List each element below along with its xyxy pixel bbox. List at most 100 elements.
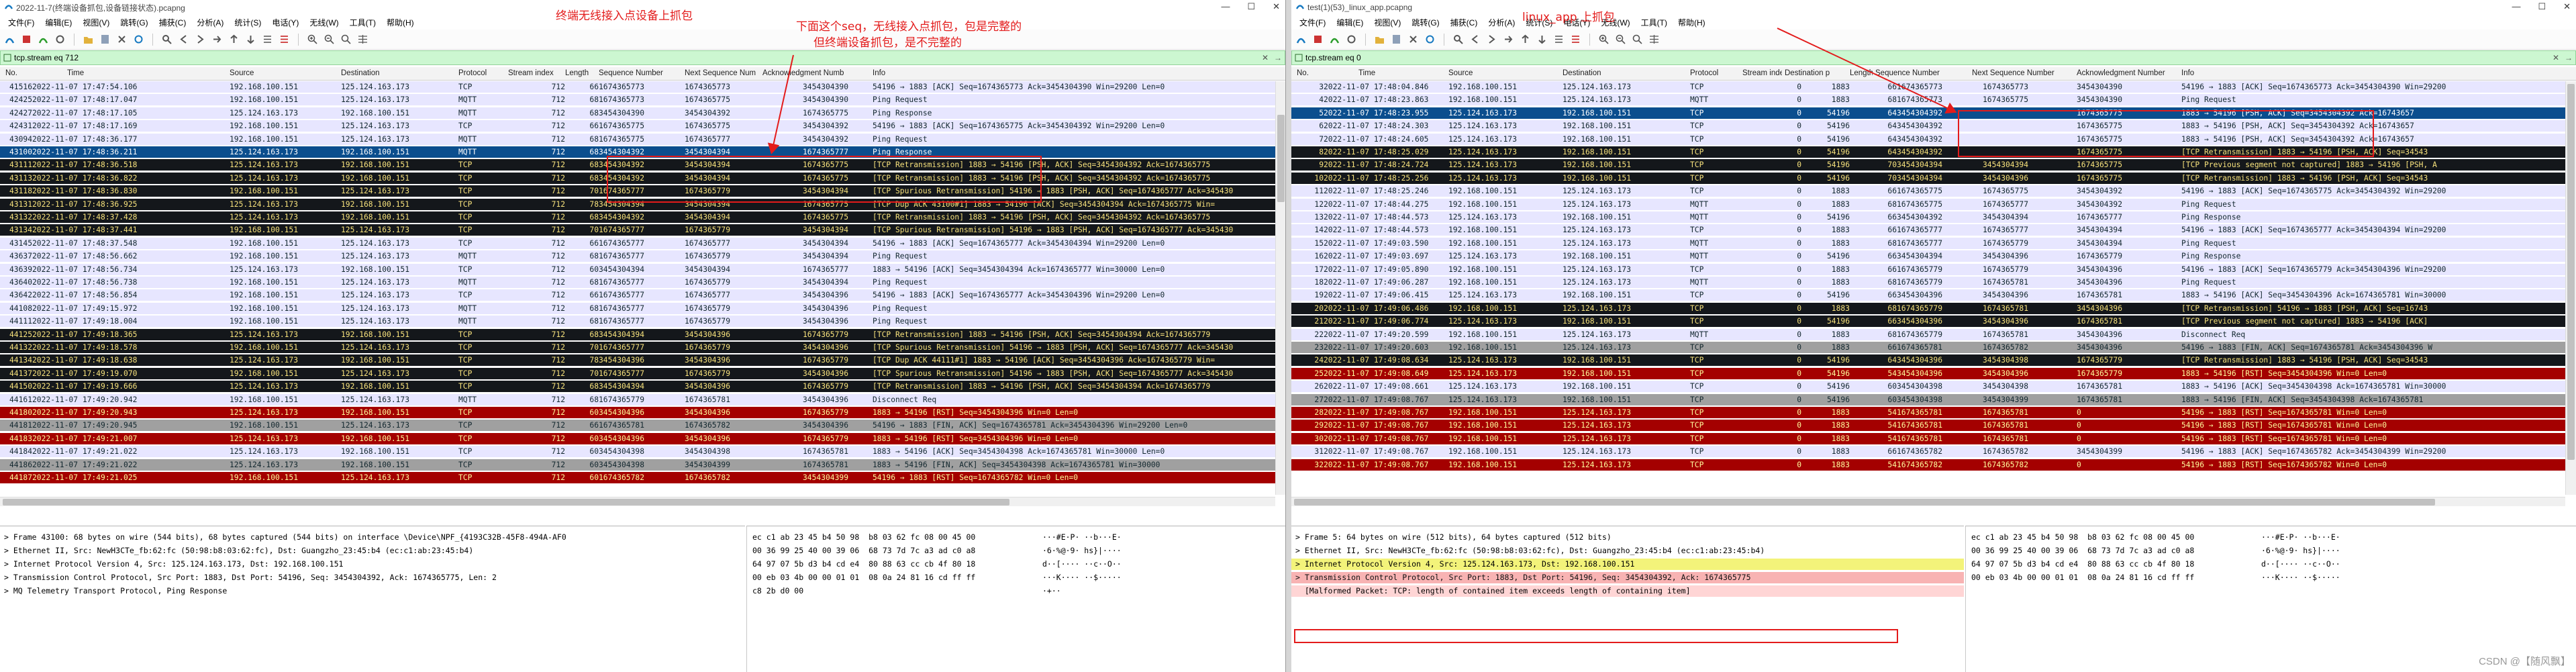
detail-line[interactable]: > Transmission Control Protocol, Src Por… <box>0 572 745 583</box>
column-header[interactable]: Protocol <box>458 69 505 77</box>
horizontal-scrollbar[interactable] <box>1291 497 2565 506</box>
packet-row[interactable]: 44184 2022-11-07 17:49:21.022 125.124.163.… <box>0 446 1285 458</box>
colorize-icon[interactable] <box>279 34 290 45</box>
go-back-icon[interactable] <box>178 34 189 45</box>
packet-row[interactable]: 44132 2022-11-07 17:49:18.578 192.168.100.… <box>0 342 1285 353</box>
packet-row[interactable]: 19 2022-11-07 17:49:06.415 125.124.163.173… <box>1291 289 2576 301</box>
menu-item[interactable]: 视图(V) <box>1369 17 1406 28</box>
column-header[interactable]: Destination p <box>1785 69 1847 77</box>
auto-scroll-icon[interactable] <box>1553 34 1565 45</box>
packet-row[interactable]: 31 2022-11-07 17:49:08.767 192.168.100.151… <box>1291 446 2576 458</box>
menu-item[interactable]: 分析(A) <box>191 17 229 28</box>
column-header[interactable]: Stream index <box>508 69 562 77</box>
packet-row[interactable]: 44125 2022-11-07 17:49:18.365 125.124.163.… <box>0 328 1285 340</box>
column-header[interactable]: Protocol <box>1690 69 1740 77</box>
packet-row[interactable]: 41516 2022-11-07 17:47:54.106 192.168.100.… <box>0 81 1285 93</box>
zoom-reset-icon[interactable] <box>1632 34 1643 45</box>
find-packet-icon[interactable] <box>161 34 172 45</box>
apply-filter-icon[interactable]: → <box>1271 53 1285 62</box>
close-file-icon[interactable] <box>1407 34 1419 45</box>
menu-item[interactable]: 跳转(G) <box>1406 17 1444 28</box>
packet-row[interactable]: 44134 2022-11-07 17:49:18.638 125.124.163.… <box>0 354 1285 367</box>
go-to-packet-icon[interactable] <box>211 34 223 45</box>
packet-row[interactable]: 9 2022-11-07 17:48:24.724 125.124.163.173 1… <box>1291 159 2576 171</box>
menu-item[interactable]: 编辑(E) <box>1331 17 1369 28</box>
menu-item[interactable]: 电话(Y) <box>266 17 304 28</box>
packet-row[interactable]: 44186 2022-11-07 17:49:21.022 125.124.163.… <box>0 459 1285 471</box>
packet-row[interactable]: 3 2022-11-07 17:48:04.846 192.168.100.151 1… <box>1291 81 2576 93</box>
last-packet-icon[interactable] <box>1536 34 1548 45</box>
zoom-out-icon[interactable] <box>324 34 335 45</box>
clear-filter-icon[interactable]: ✕ <box>1259 53 1271 62</box>
packet-row[interactable]: 42427 2022-11-07 17:48:17.105 125.124.163.… <box>0 107 1285 119</box>
column-header[interactable]: Next Sequence Number <box>1972 69 2074 77</box>
packet-row[interactable]: 4 2022-11-07 17:48:23.863 192.168.100.151 1… <box>1291 94 2576 106</box>
packet-row[interactable]: 7 2022-11-07 17:48:24.605 125.124.163.173 1… <box>1291 133 2576 145</box>
packet-row[interactable]: 44111 2022-11-07 17:49:18.004 192.168.100.… <box>0 316 1285 328</box>
packet-row[interactable]: 30 2022-11-07 17:49:08.767 192.168.100.151… <box>1291 432 2576 444</box>
packet-row[interactable]: 15 2022-11-07 17:49:03.590 192.168.100.151… <box>1291 237 2576 249</box>
save-file-icon[interactable] <box>99 34 111 45</box>
menu-item[interactable]: 文件(F) <box>3 17 40 28</box>
packet-row[interactable]: 43640 2022-11-07 17:48:56.738 192.168.100.… <box>0 277 1285 288</box>
packet-list[interactable]: 3 2022-11-07 17:48:04.846 192.168.100.151 1… <box>1291 81 2576 495</box>
packet-row[interactable]: 23 2022-11-07 17:49:20.603 192.168.100.151… <box>1291 342 2576 353</box>
column-header[interactable]: No. <box>5 69 64 77</box>
column-header[interactable]: Source <box>1448 69 1560 77</box>
packet-row[interactable]: 26 2022-11-07 17:49:08.661 125.124.163.173… <box>1291 381 2576 393</box>
packet-row[interactable]: 25 2022-11-07 17:49:08.649 125.124.163.173… <box>1291 367 2576 379</box>
packet-row[interactable]: 22 2022-11-07 17:49:20.599 192.168.100.151… <box>1291 328 2576 340</box>
zoom-out-icon[interactable] <box>1615 34 1626 45</box>
menu-item[interactable]: 工具(T) <box>1636 17 1673 28</box>
packet-row[interactable]: 43132 2022-11-07 17:48:37.428 125.124.163.… <box>0 211 1285 223</box>
menu-item[interactable]: 编辑(E) <box>40 17 77 28</box>
packet-row[interactable]: 10 2022-11-07 17:48:25.256 125.124.163.173… <box>1291 172 2576 184</box>
detail-line[interactable]: > Transmission Control Protocol, Src Por… <box>1291 572 1964 583</box>
column-header[interactable]: Info <box>2181 69 2447 77</box>
options-icon[interactable] <box>1346 34 1357 45</box>
bookmark-icon[interactable] <box>1295 54 1303 62</box>
packet-row[interactable]: 44187 2022-11-07 17:49:21.025 192.168.100.… <box>0 472 1285 483</box>
packet-row[interactable]: 18 2022-11-07 17:49:06.287 192.168.100.151… <box>1291 277 2576 288</box>
packet-row[interactable]: 44161 2022-11-07 17:49:20.942 192.168.100.… <box>0 393 1285 405</box>
colorize-icon[interactable] <box>1570 34 1581 45</box>
menu-item[interactable]: 视图(V) <box>77 17 115 28</box>
column-header[interactable]: Time <box>1358 69 1446 77</box>
last-packet-icon[interactable] <box>245 34 256 45</box>
column-header[interactable]: Destination <box>1563 69 1687 77</box>
packet-row[interactable]: 8 2022-11-07 17:48:25.029 125.124.163.173 1… <box>1291 146 2576 158</box>
detail-line[interactable]: > Internet Protocol Version 4, Src: 125.… <box>0 559 745 570</box>
first-packet-icon[interactable] <box>1520 34 1531 45</box>
detail-line[interactable]: > Internet Protocol Version 4, Src: 125.… <box>1291 559 1964 570</box>
packet-row[interactable]: 44180 2022-11-07 17:49:20.943 125.124.163.… <box>0 407 1285 418</box>
packet-row[interactable]: 44181 2022-11-07 17:49:20.945 192.168.100.… <box>0 420 1285 432</box>
menu-item[interactable]: 帮助(H) <box>1673 17 1711 28</box>
scrollbar-thumb[interactable] <box>3 499 1009 506</box>
apply-filter-icon[interactable]: → <box>2562 53 2575 62</box>
open-file-icon[interactable] <box>1374 34 1385 45</box>
resize-columns-icon[interactable] <box>357 34 368 45</box>
packet-row[interactable]: 44108 2022-11-07 17:49:15.972 192.168.100.… <box>0 302 1285 314</box>
reload-icon[interactable] <box>133 34 144 45</box>
column-header[interactable]: Sequence Number <box>1875 69 1969 77</box>
packet-row[interactable]: 43642 2022-11-07 17:48:56.854 192.168.100.… <box>0 289 1285 301</box>
go-back-icon[interactable] <box>1469 34 1481 45</box>
detail-line[interactable]: > Frame 43100: 68 bytes on wire (544 bit… <box>0 532 745 543</box>
display-filter-input[interactable]: tcp.stream eq 0 <box>1305 53 2550 62</box>
packet-row[interactable]: 29 2022-11-07 17:49:08.767 192.168.100.151… <box>1291 420 2576 432</box>
go-to-packet-icon[interactable] <box>1503 34 1514 45</box>
start-capture-icon[interactable] <box>4 34 15 45</box>
detail-line[interactable]: > Ethernet II, Src: NewH3CTe_fb:62:fc (5… <box>1291 545 1964 557</box>
start-capture-icon[interactable] <box>1295 34 1307 45</box>
menu-item[interactable]: 跳转(G) <box>115 17 153 28</box>
menu-item[interactable]: 帮助(H) <box>381 17 419 28</box>
packet-row[interactable]: 42425 2022-11-07 17:48:17.047 192.168.100.… <box>0 94 1285 106</box>
packet-list-scrollbar[interactable] <box>2565 81 2576 495</box>
stop-capture-icon[interactable] <box>1312 34 1324 45</box>
packet-row[interactable]: 13 2022-11-07 17:48:44.573 125.124.163.173… <box>1291 211 2576 223</box>
packet-row[interactable]: 43134 2022-11-07 17:48:37.441 192.168.100.… <box>0 224 1285 236</box>
resize-columns-icon[interactable] <box>1648 34 1660 45</box>
scrollbar-thumb[interactable] <box>1277 115 1285 202</box>
find-packet-icon[interactable] <box>1452 34 1464 45</box>
restart-capture-icon[interactable] <box>1329 34 1340 45</box>
